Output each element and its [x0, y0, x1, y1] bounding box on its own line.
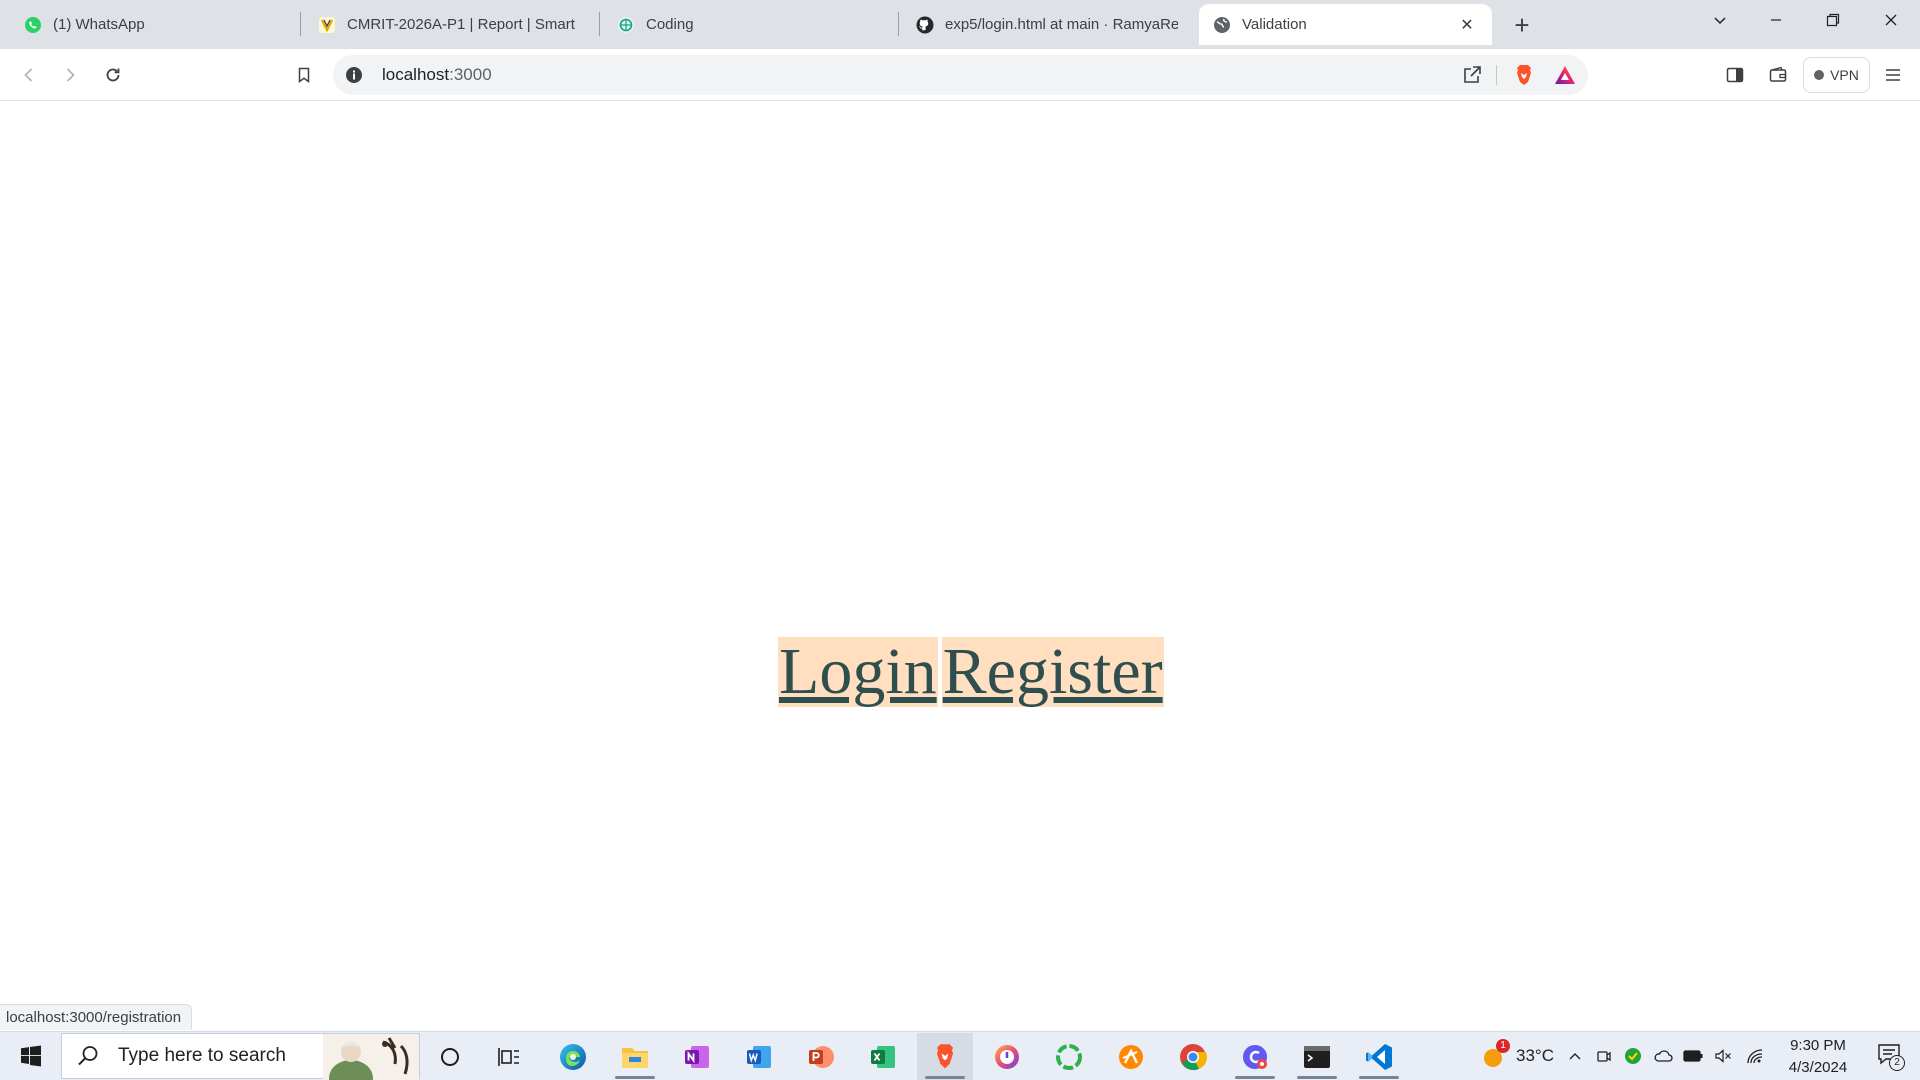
wifi-icon[interactable]: [1743, 1032, 1767, 1080]
login-link[interactable]: Login: [778, 637, 938, 707]
vpn-label: VPN: [1830, 67, 1859, 83]
security-app-icon[interactable]: [1622, 1032, 1644, 1080]
search-placeholder: Type here to search: [118, 1045, 286, 1066]
windows-start-button[interactable]: [8, 1032, 54, 1080]
windows-taskbar: Type here to search 1 33°C 9:30 PM 4/3/2…: [0, 1031, 1920, 1080]
meet-now-icon[interactable]: [1593, 1032, 1615, 1080]
sidebar-toggle-icon[interactable]: [1722, 62, 1748, 88]
site-info-icon[interactable]: [345, 66, 363, 84]
task-view-icon[interactable]: [481, 1033, 537, 1080]
excel-icon[interactable]: [855, 1033, 911, 1080]
tab-validation[interactable]: Validation ✕: [1199, 4, 1492, 45]
wallet-icon[interactable]: [1765, 62, 1791, 88]
file-explorer-icon[interactable]: [607, 1033, 663, 1080]
whatsapp-icon: [24, 16, 42, 34]
onedrive-icon[interactable]: [1651, 1032, 1675, 1080]
url-port: :3000: [449, 65, 492, 84]
brave-icon[interactable]: [917, 1033, 973, 1080]
tab-smartinternz[interactable]: CMRIT-2026A-P1 | Report | Smart Int: [304, 4, 594, 45]
vpn-app-icon[interactable]: [979, 1033, 1035, 1080]
auth-nav: Login Register: [778, 637, 1164, 707]
tab-whatsapp[interactable]: (1) WhatsApp: [10, 4, 294, 45]
tab-title: CMRIT-2026A-P1 | Report | Smart Int: [347, 16, 580, 33]
smartinternz-icon: [318, 16, 336, 34]
volume-muted-icon[interactable]: [1712, 1032, 1734, 1080]
tab-github[interactable]: exp5/login.html at main · RamyaRed: [902, 4, 1192, 45]
menu-icon[interactable]: [1880, 62, 1906, 88]
cortana-icon[interactable]: [422, 1033, 478, 1080]
weather-icon: 1: [1478, 1039, 1510, 1071]
word-icon[interactable]: [731, 1033, 787, 1080]
minimize-button[interactable]: [1748, 0, 1804, 40]
vscode-icon[interactable]: [1351, 1033, 1407, 1080]
forward-button[interactable]: [53, 58, 87, 92]
tab-coding[interactable]: Coding: [603, 4, 893, 45]
search-icon: [78, 1046, 98, 1066]
show-hidden-icons-chevron-icon[interactable]: [1564, 1032, 1586, 1080]
battery-icon[interactable]: [1681, 1032, 1705, 1080]
tab-separator: [300, 12, 301, 36]
globe-icon: [1213, 16, 1231, 34]
divider: [1496, 65, 1497, 85]
back-button[interactable]: [12, 58, 46, 92]
tab-search-button[interactable]: [1692, 0, 1748, 40]
register-link[interactable]: Register: [941, 637, 1164, 707]
powerpoint-icon[interactable]: [793, 1033, 849, 1080]
taskbar-clock[interactable]: 9:30 PM 4/3/2024: [1770, 1035, 1866, 1079]
canva-icon[interactable]: [1227, 1033, 1283, 1080]
weather-alert-badge: 1: [1496, 1039, 1510, 1053]
clock-date: 4/3/2024: [1788, 1059, 1848, 1076]
restore-button[interactable]: [1805, 0, 1861, 40]
search-highlight-illustration: [323, 1034, 419, 1080]
terminal-icon[interactable]: [1289, 1033, 1345, 1080]
github-icon: [916, 16, 934, 34]
tab-strip: (1) WhatsApp CMRIT-2026A-P1 | Report | S…: [0, 0, 1920, 49]
tab-title: Coding: [646, 16, 694, 33]
bookmark-button[interactable]: [287, 58, 321, 92]
edge-icon[interactable]: [545, 1033, 601, 1080]
notification-count-badge: 2: [1889, 1055, 1905, 1071]
taskbar-search-box[interactable]: Type here to search: [61, 1033, 420, 1080]
share-icon[interactable]: [1461, 64, 1483, 86]
brave-shields-icon[interactable]: [1512, 63, 1536, 87]
url-host: localhost: [382, 65, 450, 84]
tab-separator: [599, 12, 600, 36]
clock-time: 9:30 PM: [1790, 1037, 1846, 1054]
tab-title: (1) WhatsApp: [53, 16, 145, 33]
page-content: Login Register: [0, 102, 1920, 1031]
chatgpt-icon: [617, 16, 635, 34]
notification-center-icon[interactable]: 2: [1868, 1032, 1912, 1080]
browser-toolbar: localhost:3000 VPN: [0, 49, 1920, 101]
tab-title: exp5/login.html at main · RamyaRed: [945, 16, 1178, 33]
close-tab-icon[interactable]: ✕: [1456, 14, 1478, 36]
vpn-status-icon: [1814, 70, 1825, 80]
close-window-button[interactable]: [1863, 0, 1919, 40]
app-circle-icon[interactable]: [1041, 1033, 1097, 1080]
chrome-icon[interactable]: [1165, 1033, 1221, 1080]
tab-title: Validation: [1242, 16, 1307, 33]
status-bubble: localhost:3000/registration: [0, 1004, 193, 1030]
address-bar[interactable]: localhost:3000: [333, 55, 1588, 95]
tab-separator: [898, 12, 899, 36]
vlc-icon[interactable]: [1103, 1033, 1159, 1080]
weather-temperature: 33°C: [1516, 1046, 1554, 1065]
brave-rewards-icon[interactable]: [1554, 64, 1576, 86]
reload-button[interactable]: [96, 58, 130, 92]
new-tab-button[interactable]: +: [1508, 10, 1536, 40]
onenote-icon[interactable]: [669, 1033, 725, 1080]
url-text[interactable]: localhost:3000: [382, 65, 492, 85]
weather-widget[interactable]: 1 33°C: [1466, 1032, 1566, 1080]
vpn-button[interactable]: VPN: [1803, 57, 1870, 93]
